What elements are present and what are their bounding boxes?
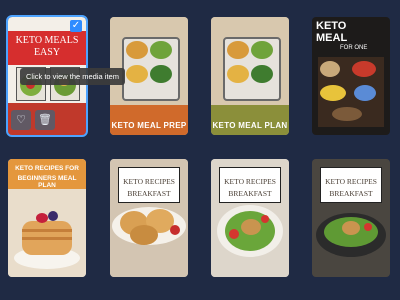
card-title-line1: KETO — [316, 20, 347, 32]
pancake-photo — [8, 189, 86, 277]
card-subtitle: FOR ONE — [340, 45, 368, 51]
heart-icon[interactable]: ♡ — [11, 110, 31, 130]
card-title-line2: EASY — [33, 47, 61, 58]
media-card-keto-beginners[interactable]: KETO RECIPES FOR BEGINNERS MEAL PLAN — [8, 159, 86, 277]
media-card-keto-meal-plan[interactable]: KETO MEAL PLAN — [211, 17, 289, 135]
card-title-line2: BEGINNERS MEAL PLAN — [17, 175, 77, 189]
card-title: KETO MEAL PLAN — [212, 121, 288, 130]
title-frame: KETO RECIPES BREAKFAST — [118, 167, 180, 203]
card-title-line2: BREAKFAST — [329, 189, 373, 198]
title-frame: KETO RECIPES BREAKFAST — [219, 167, 281, 203]
media-tooltip: Click to view the media item — [20, 68, 125, 85]
card-title-band — [211, 105, 289, 135]
media-card-keto-breakfast-1[interactable]: KETO RECIPES BREAKFAST — [110, 159, 188, 277]
card-actions: ♡ 🗑 — [8, 110, 78, 132]
meal-prep-photo — [110, 17, 188, 112]
card-title-line1: KETO RECIPES FOR — [15, 165, 79, 172]
card-title-line1: KETO RECIPES — [123, 177, 175, 186]
trash-icon[interactable]: 🗑 — [35, 110, 55, 130]
media-grid: KETO MEALS EASY ✓ Click to view the medi… — [0, 0, 400, 300]
card-title-line2: BREAKFAST — [228, 189, 272, 198]
card-title-line2: MEAL — [316, 32, 348, 44]
card-title-line1: KETO MEALS — [15, 35, 79, 46]
title-frame: KETO RECIPES BREAKFAST — [320, 167, 382, 203]
media-card-keto-meal-for-one[interactable]: KETO MEAL FOR ONE — [312, 17, 390, 135]
selected-check-icon[interactable]: ✓ — [70, 20, 82, 32]
card-title: KETO MEAL PREP — [111, 121, 187, 130]
card-title-line2: BREAKFAST — [127, 189, 171, 198]
food-photo-grid — [318, 57, 384, 127]
meal-plan-photo — [211, 17, 289, 112]
media-card-keto-breakfast-2[interactable]: KETO RECIPES BREAKFAST — [211, 159, 289, 277]
card-title-band — [110, 105, 188, 135]
media-card-keto-breakfast-3[interactable]: KETO RECIPES BREAKFAST — [312, 159, 390, 277]
card-title-line1: KETO RECIPES — [224, 177, 276, 186]
card-title-line1: KETO RECIPES — [325, 177, 377, 186]
